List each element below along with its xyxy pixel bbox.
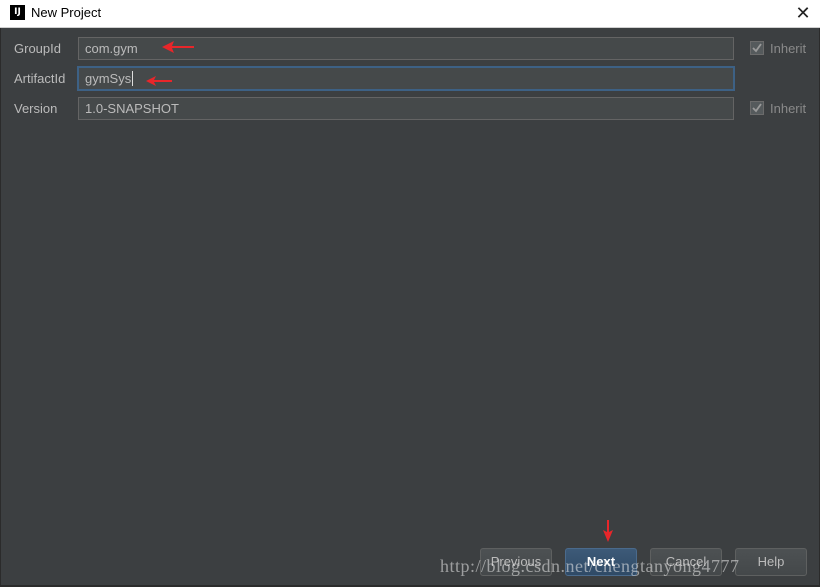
red-annotation-arrow (146, 76, 172, 86)
inherit-label: Inherit (770, 41, 807, 56)
title-bar: IJ New Project ✕ (0, 0, 820, 28)
version-value: 1.0-SNAPSHOT (85, 101, 179, 116)
group-id-label: GroupId (14, 41, 61, 56)
group-id-value: com.gym (85, 41, 138, 56)
window-title: New Project (31, 5, 102, 20)
window-border-left (0, 28, 1, 587)
artifact-id-label: ArtifactId (14, 71, 66, 86)
checkbox (750, 41, 764, 55)
artifact-id-value: gymSys (85, 71, 132, 86)
checkbox (750, 101, 764, 115)
version-inherit-checkbox[interactable]: Inherit (750, 101, 806, 116)
help-button[interactable]: Help (735, 548, 807, 576)
version-field[interactable]: 1.0-SNAPSHOT (78, 97, 734, 120)
version-label: Version (14, 101, 58, 116)
red-annotation-arrow (603, 520, 613, 542)
checkmark-icon (752, 103, 762, 113)
watermark-text: http://blog.csdn.net/chengtanyong4777 (440, 556, 740, 576)
group-id-inherit-checkbox[interactable]: Inherit (750, 41, 806, 56)
red-annotation-arrow (162, 41, 194, 53)
close-icon[interactable]: ✕ (792, 2, 814, 24)
intellij-logo-icon: IJ (10, 5, 25, 20)
checkmark-icon (752, 43, 762, 53)
text-caret (132, 71, 134, 86)
artifact-id-field[interactable]: gymSys (78, 67, 734, 90)
inherit-label: Inherit (770, 101, 807, 116)
